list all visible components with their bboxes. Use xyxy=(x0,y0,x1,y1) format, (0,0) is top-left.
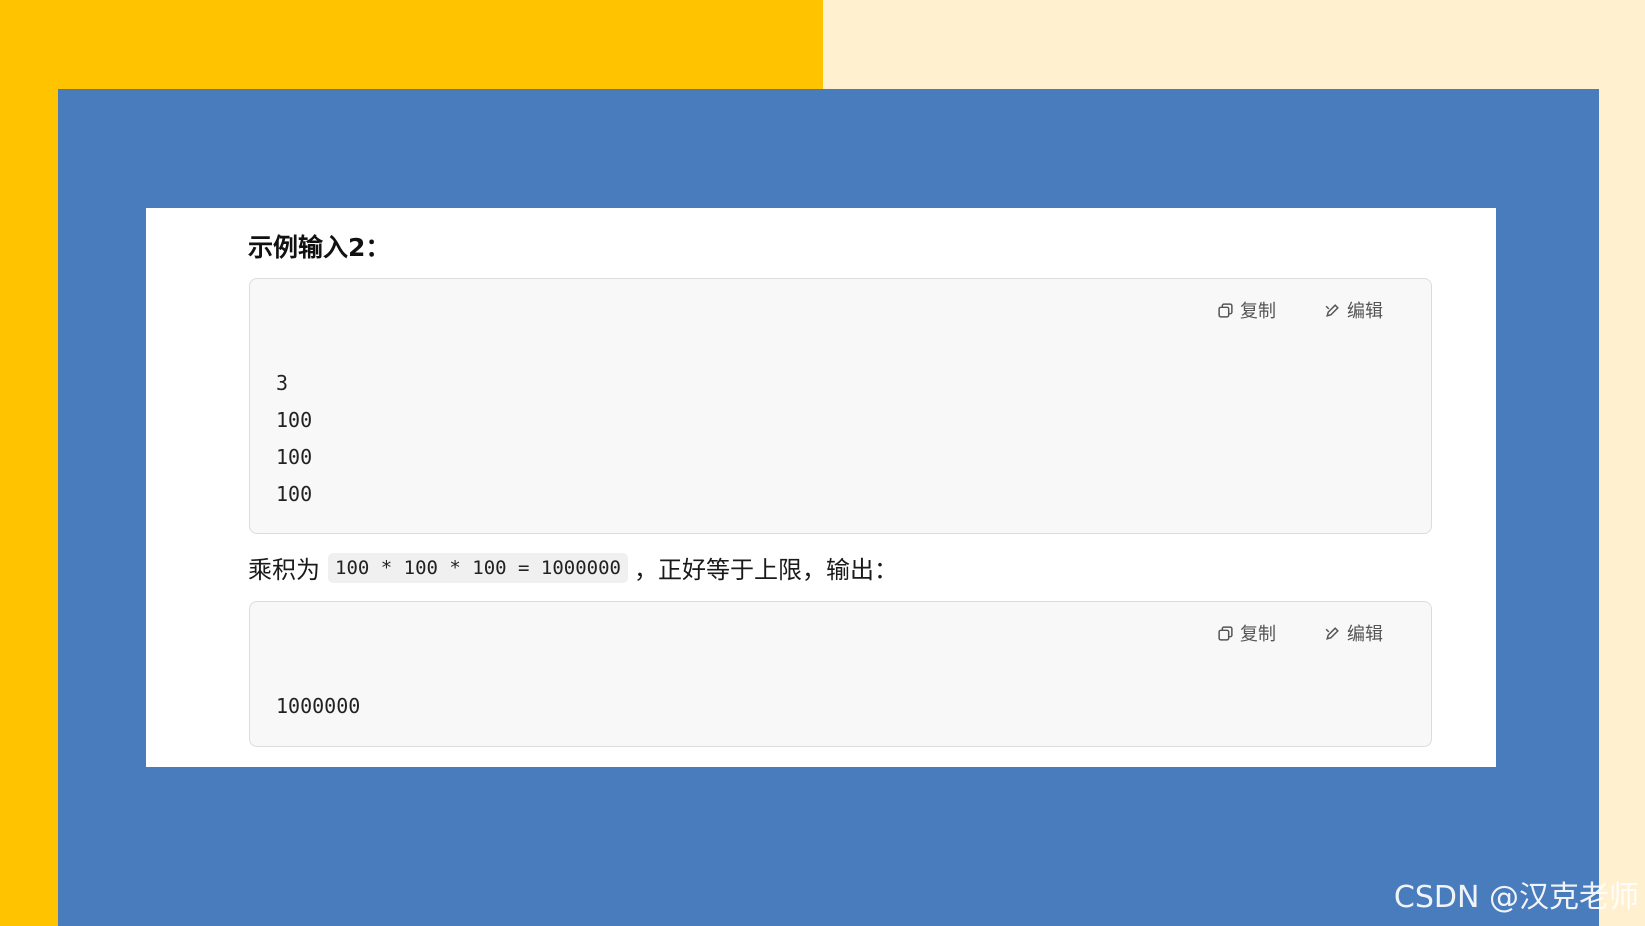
input-code-lines: 3 100 100 100 xyxy=(276,365,312,513)
copy-button[interactable]: 复制 xyxy=(1217,297,1276,323)
explanation-text: 乘积为 100 * 100 * 100 = 1000000 ，正好等于上限，输出… xyxy=(248,550,898,585)
code-line: 3 xyxy=(276,371,289,395)
input-code-block: 复制 编辑 3 100 100 100 xyxy=(249,278,1432,534)
watermark: CSDN @汉克老师 xyxy=(1393,880,1639,915)
output-code-lines: 1000000 xyxy=(276,688,360,725)
edit-label: 编辑 xyxy=(1347,301,1383,322)
copy-label: 复制 xyxy=(1240,624,1276,645)
edit-label: 编辑 xyxy=(1347,624,1383,645)
code-toolbar: 复制 编辑 xyxy=(1217,297,1383,323)
copy-button[interactable]: 复制 xyxy=(1217,620,1276,646)
code-line: 1000000 xyxy=(276,694,361,718)
edit-button[interactable]: 编辑 xyxy=(1324,297,1383,323)
code-toolbar: 复制 编辑 xyxy=(1217,620,1383,646)
edit-button[interactable]: 编辑 xyxy=(1324,620,1383,646)
explanation-prefix: 乘积为 xyxy=(248,556,320,584)
explanation-suffix: ，正好等于上限，输出： xyxy=(633,556,898,584)
code-line: 100 xyxy=(276,408,313,432)
content-panel: 示例输入2： 复制 编辑 3 100 100 100 乘积为 100 * 100… xyxy=(146,208,1496,767)
edit-icon xyxy=(1325,626,1339,640)
section-heading: 示例输入2： xyxy=(248,233,391,262)
edit-icon xyxy=(1325,303,1339,317)
copy-icon xyxy=(1218,625,1233,641)
copy-label: 复制 xyxy=(1240,301,1276,322)
inline-code: 100 * 100 * 100 = 1000000 xyxy=(328,552,628,583)
code-line: 100 xyxy=(276,482,313,506)
copy-icon xyxy=(1218,302,1233,318)
code-line: 100 xyxy=(276,445,313,469)
output-code-block: 复制 编辑 1000000 xyxy=(249,601,1432,747)
